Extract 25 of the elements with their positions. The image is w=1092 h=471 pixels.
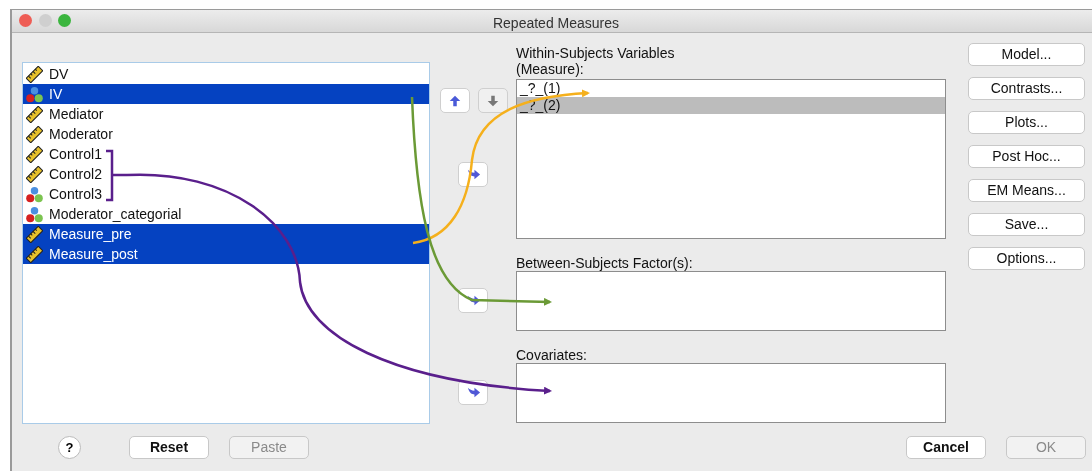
dialog-button[interactable]: EM Means... xyxy=(968,179,1085,202)
variable-item[interactable]: Control2 xyxy=(23,164,429,184)
help-button[interactable]: ? xyxy=(58,436,81,459)
variable-item[interactable]: Control1 xyxy=(23,144,429,164)
dialog-button[interactable]: Save... xyxy=(968,213,1085,236)
variable-item[interactable]: Moderator xyxy=(23,124,429,144)
window-title: Repeated Measures xyxy=(492,15,620,31)
dialog-button[interactable]: Post Hoc... xyxy=(968,145,1085,168)
variable-item[interactable]: Mediator xyxy=(23,104,429,124)
dialog-button[interactable]: Contrasts... xyxy=(968,77,1085,100)
variable-item[interactable]: Control3 xyxy=(23,184,429,204)
variable-item[interactable]: DV xyxy=(23,64,429,84)
variable-item[interactable]: Measure_pre xyxy=(23,224,429,244)
dialog-button[interactable]: Options... xyxy=(968,247,1085,270)
dialog-button[interactable]: Plots... xyxy=(968,111,1085,134)
list-item[interactable]: _?_(1) xyxy=(517,80,945,97)
variable-item[interactable]: Moderator_categorial xyxy=(23,204,429,224)
section-label: Covariates: xyxy=(516,347,588,363)
variable-item[interactable]: IV xyxy=(23,84,429,104)
dialog-button[interactable]: Cancel xyxy=(906,436,986,459)
variable-item[interactable]: Measure_post xyxy=(23,244,429,264)
section-label: Between-Subjects Factor(s): xyxy=(516,255,694,271)
section-label: Within-Subjects Variables (Measure): xyxy=(516,45,676,79)
dialog-button[interactable]: Model... xyxy=(968,43,1085,66)
dialog-button[interactable]: Reset xyxy=(129,436,209,459)
